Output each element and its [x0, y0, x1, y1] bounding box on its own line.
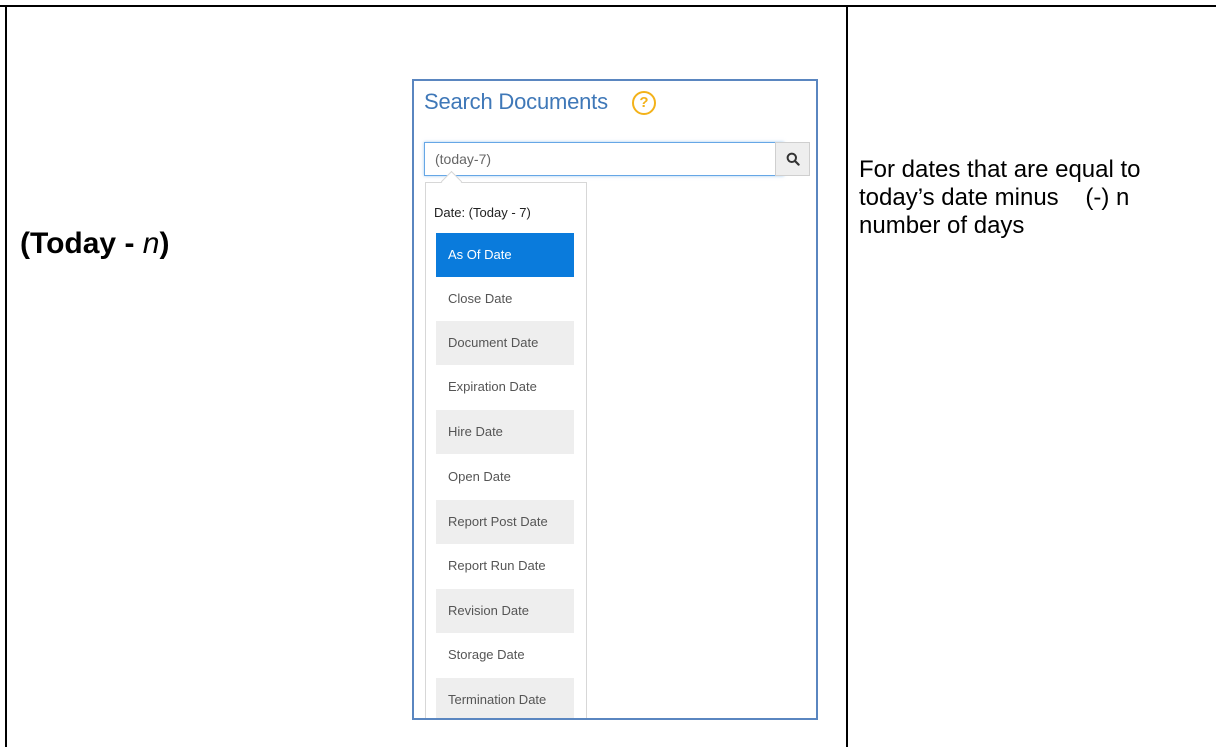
dropdown-item-open-date[interactable]: Open Date [436, 455, 574, 499]
expression-label-close: ) [159, 227, 170, 260]
search-input[interactable]: (today-7) [424, 142, 784, 176]
dropdown-item-report-post-date[interactable]: Report Post Date [436, 500, 574, 544]
dropdown-item-report-run-date[interactable]: Report Run Date [436, 544, 574, 588]
dropdown-item-close-date[interactable]: Close Date [436, 277, 574, 321]
dropdown-item-as-of-date[interactable]: As Of Date [436, 233, 574, 277]
panel-title: Search Documents [424, 89, 608, 114]
search-icon [786, 152, 800, 166]
dropdown-item-storage-date[interactable]: Storage Date [436, 633, 574, 677]
dropdown-item-revision-date[interactable]: Revision Date [436, 589, 574, 633]
description: For dates that are equal to today’s date… [859, 156, 1211, 240]
table-border-top [0, 5, 1216, 7]
search-button[interactable] [775, 142, 810, 176]
question-circle-icon[interactable]: ? [632, 91, 656, 115]
table-border-left [5, 5, 7, 747]
dropdown-header: Date: (Today - 7) [434, 205, 531, 220]
dropdown-item-hire-date[interactable]: Hire Date [436, 410, 574, 454]
search-documents-panel: Search Documents ? (today-7) Date: (Toda… [412, 79, 818, 720]
expression-label: (Today - n) [20, 227, 169, 261]
table-border-divider [846, 5, 848, 747]
description-line-3: number of days [859, 212, 1025, 239]
dropdown-item-expiration-date[interactable]: Expiration Date [436, 365, 574, 409]
dropdown-item-document-date[interactable]: Document Date [436, 321, 574, 365]
dropdown-item-termination-date[interactable]: Termination Date [436, 678, 574, 718]
expression-label-bold: (Today - [20, 227, 143, 260]
description-line-1: For dates that are equal to [859, 156, 1141, 183]
description-line-2: today’s date minus (-) n [859, 184, 1130, 211]
expression-label-italic: n [142, 227, 160, 260]
